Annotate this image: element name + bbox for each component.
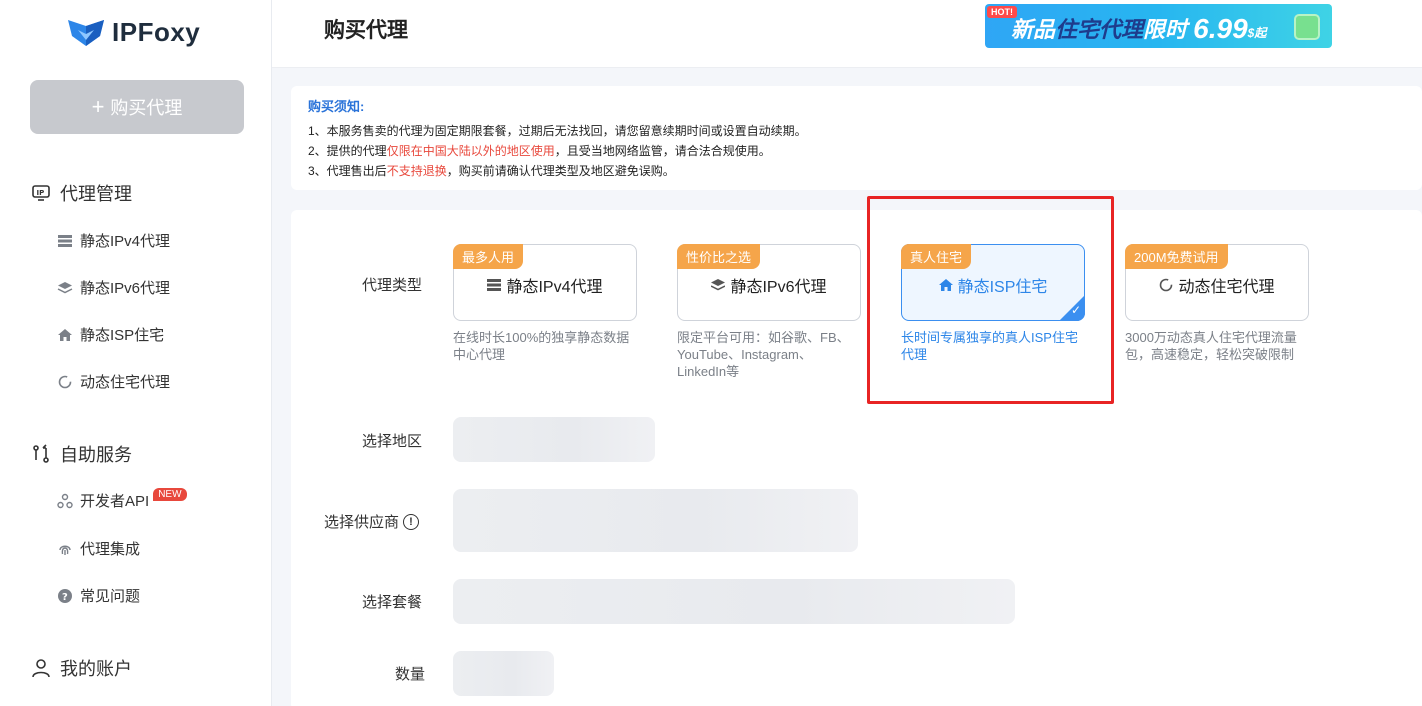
notice-line-1: 1、本服务售卖的代理为固定期限套餐，过期后无法找回，请您留意续期时间或设置自动续… (308, 124, 807, 138)
promo-banner[interactable]: HOT! 新品住宅代理限时 6.99$起 (985, 4, 1332, 48)
type-tag: 性价比之选 (677, 244, 761, 269)
sidebar-item-label: 静态IPv6代理 (80, 280, 171, 297)
nav-section-account[interactable]: 我的账户 (30, 655, 132, 681)
sidebar-item-dynamic-residential[interactable]: 动态住宅代理 (56, 371, 170, 392)
buy-proxy-label: 购买代理 (110, 98, 183, 118)
nav-section-self-service[interactable]: 自助服务 (30, 441, 132, 467)
server-icon (487, 279, 502, 291)
nav-section-label: 我的账户 (60, 659, 132, 679)
quantity-input-placeholder[interactable] (453, 651, 554, 696)
refresh-icon (56, 373, 74, 391)
sidebar-item-integration[interactable]: 代理集成 (56, 538, 140, 559)
fingerprint-icon (56, 540, 74, 558)
type-desc: 3000万动态真人住宅代理流量包，高速稳定，轻松突破限制 (1125, 330, 1297, 362)
type-desc: 限定平台可用：如谷歌、FB、YouTube、Instagram、LinkedIn… (677, 330, 850, 379)
sidebar-item-label: 静态IPv4代理 (80, 233, 171, 250)
sidebar-item-static-isp[interactable]: 静态ISP住宅 (56, 324, 164, 345)
sidebar: IPFoxy + 购买代理 IP 代理管理 静态IPv4代理 静态IPv6代理 … (0, 0, 272, 706)
type-name: 静态IPv6代理 (678, 273, 860, 297)
info-icon[interactable]: ! (403, 513, 420, 530)
region-select-placeholder[interactable] (453, 417, 655, 462)
label-package: 选择套餐 (362, 594, 423, 611)
label-quantity: 数量 (395, 666, 426, 683)
sidebar-item-label: 静态ISP住宅 (80, 327, 165, 344)
highlight-box (867, 196, 1114, 404)
sidebar-item-static-ipv4[interactable]: 静态IPv4代理 (56, 230, 170, 251)
api-nodes-icon (56, 492, 74, 510)
layers-icon (56, 279, 74, 297)
type-tag: 最多人用 (453, 244, 524, 269)
label-provider: 选择供应商 ! (324, 511, 420, 532)
type-option-dynamic-residential[interactable]: 200M免费试用 动态住宅代理 (1125, 244, 1309, 321)
notice-line-3: 3、代理售出后不支持退换，购买前请确认代理类型及地区避免误购。 (308, 164, 675, 178)
home-icon (56, 326, 74, 344)
buy-proxy-button[interactable]: + 购买代理 (30, 80, 244, 134)
logo[interactable]: IPFoxy (66, 16, 200, 48)
user-icon (30, 657, 52, 679)
plus-icon: + (91, 94, 105, 119)
page-title: 购买代理 (324, 19, 408, 42)
layers-icon (711, 279, 726, 291)
logo-text: IPFoxy (112, 16, 201, 47)
sidebar-item-label: 代理集成 (80, 541, 141, 558)
type-name: 静态IPv4代理 (454, 273, 636, 297)
promo-text: 新品住宅代理限时 6.99$起 (1011, 13, 1267, 44)
notice-line-2: 2、提供的代理仅限在中国大陆以外的地区使用，且受当地网络监管，请合法合规使用。 (308, 144, 771, 158)
sidebar-item-static-ipv6[interactable]: 静态IPv6代理 (56, 277, 170, 298)
sidebar-item-label: 开发者API (80, 493, 150, 510)
gift-icon (1294, 14, 1320, 40)
label-region: 选择地区 (362, 433, 423, 450)
package-select-placeholder[interactable] (453, 579, 1015, 624)
svg-text:IP: IP (37, 189, 45, 197)
help-icon: ? (56, 587, 74, 605)
fox-logo-icon (68, 20, 104, 46)
type-option-static-ipv4[interactable]: 最多人用 静态IPv4代理 (453, 244, 637, 321)
ip-monitor-icon: IP (30, 182, 52, 204)
nav-section-label: 代理管理 (60, 184, 132, 204)
notice-title: 购买须知: (308, 99, 365, 114)
type-tag: 200M免费试用 (1125, 244, 1228, 269)
type-desc: 在线时长100%的独享静态数据中心代理 (453, 330, 630, 362)
svg-text:?: ? (62, 592, 68, 603)
server-icon (56, 232, 74, 250)
sidebar-item-label: 动态住宅代理 (80, 374, 171, 391)
label-proxy-type: 代理类型 (362, 277, 423, 294)
provider-select-placeholder[interactable] (453, 489, 858, 552)
type-option-static-ipv6[interactable]: 性价比之选 静态IPv6代理 (677, 244, 861, 321)
nav-section-label: 自助服务 (60, 445, 132, 465)
refresh-icon (1159, 278, 1173, 292)
sidebar-item-faq[interactable]: ? 常见问题 (56, 585, 140, 606)
sidebar-item-label: 常见问题 (80, 588, 141, 605)
sidebar-item-developer-api[interactable]: 开发者API NEW (56, 488, 187, 511)
nav-section-proxy-management[interactable]: IP 代理管理 (30, 180, 132, 206)
type-name: 动态住宅代理 (1126, 273, 1308, 297)
new-badge: NEW (153, 488, 187, 501)
header: 购买代理 HOT! 新品住宅代理限时 6.99$起 (272, 0, 1422, 68)
purchase-notice: 购买须知: 1、本服务售卖的代理为固定期限套餐，过期后无法找回，请您留意续期时间… (291, 86, 1422, 190)
swap-icon (30, 443, 52, 465)
